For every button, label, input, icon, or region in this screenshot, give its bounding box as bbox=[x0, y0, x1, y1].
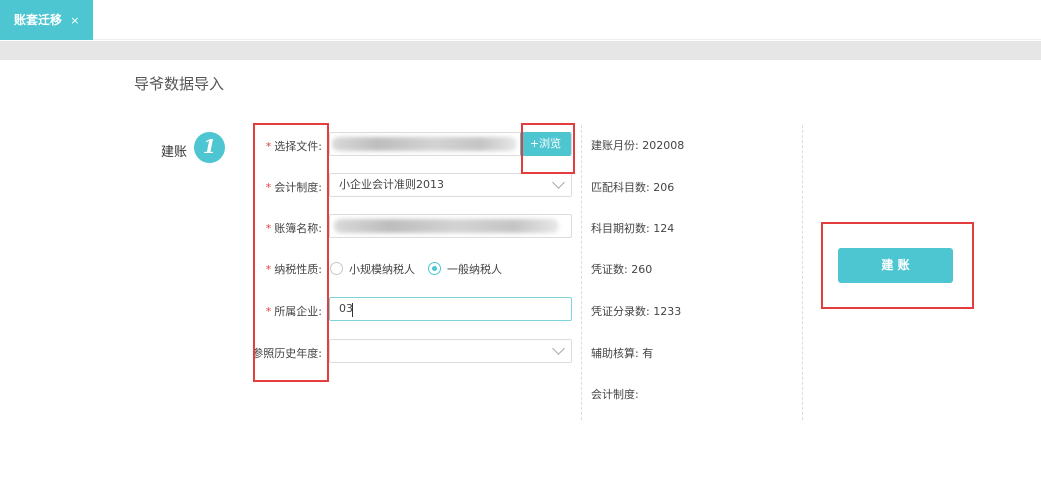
company-label: * 所属企业: bbox=[265, 305, 322, 318]
tab-account-migration[interactable]: 账套迁移 × bbox=[0, 0, 93, 40]
step-label: 建账 bbox=[161, 145, 188, 160]
required-mark: * bbox=[265, 181, 272, 194]
divider-left bbox=[581, 125, 582, 420]
ledger-name-input[interactable] bbox=[329, 214, 572, 238]
required-mark: * bbox=[265, 222, 272, 235]
radio-small-scale-taxpayer-label[interactable]: 小规模纳税人 bbox=[349, 261, 415, 277]
toolbar-strip bbox=[0, 41, 1041, 60]
info-build-month: 建账月份: 202008 bbox=[591, 139, 685, 152]
tab-bar: 账套迁移 × bbox=[0, 0, 1041, 40]
radio-general-taxpayer-label[interactable]: 一般纳税人 bbox=[447, 261, 502, 277]
tab-label: 账套迁移 bbox=[14, 13, 63, 27]
required-mark: * bbox=[265, 263, 272, 276]
info-vouchers: 凭证数: 260 bbox=[591, 263, 653, 276]
radio-small-scale-taxpayer[interactable] bbox=[330, 262, 343, 275]
company-input[interactable]: 03 bbox=[329, 297, 572, 321]
file-label: * 选择文件: bbox=[265, 140, 322, 153]
highlight-box-labels bbox=[253, 123, 329, 382]
step-number-badge: 1 bbox=[194, 132, 225, 163]
accounting-system-select[interactable]: 小企业会计准则2013 bbox=[329, 173, 572, 197]
info-aux-accounting: 辅助核算: 有 bbox=[591, 347, 654, 360]
redacted-file-path bbox=[332, 137, 517, 151]
tax-type-label: * 纳税性质: bbox=[265, 263, 322, 276]
build-account-button[interactable]: 建 账 bbox=[838, 248, 953, 283]
text-caret bbox=[352, 303, 353, 317]
chevron-down-icon bbox=[552, 342, 565, 355]
page-title: 导爷数据导入 bbox=[134, 75, 225, 93]
info-opening-subjects: 科目期初数: 124 bbox=[591, 222, 675, 235]
history-year-select[interactable] bbox=[329, 339, 572, 363]
required-mark: * bbox=[265, 305, 272, 318]
close-icon[interactable]: × bbox=[70, 14, 79, 27]
history-year-label: 参照历史年度: bbox=[252, 347, 322, 360]
required-mark: * bbox=[265, 140, 272, 153]
info-voucher-entries: 凭证分录数: 1233 bbox=[591, 305, 682, 318]
chevron-down-icon bbox=[552, 176, 565, 189]
info-matched-subjects: 匹配科目数: 206 bbox=[591, 181, 675, 194]
info-accounting-system: 会计制度: bbox=[591, 388, 639, 401]
ledger-name-label: * 账簿名称: bbox=[265, 222, 322, 235]
company-value: 03 bbox=[339, 302, 353, 315]
divider-right bbox=[802, 125, 803, 420]
radio-general-taxpayer[interactable] bbox=[428, 262, 441, 275]
accounting-system-value: 小企业会计准则2013 bbox=[339, 178, 444, 191]
redacted-ledger-name bbox=[334, 219, 559, 233]
accounting-system-label: * 会计制度: bbox=[265, 181, 322, 194]
browse-button[interactable]: +浏览 bbox=[520, 132, 571, 156]
